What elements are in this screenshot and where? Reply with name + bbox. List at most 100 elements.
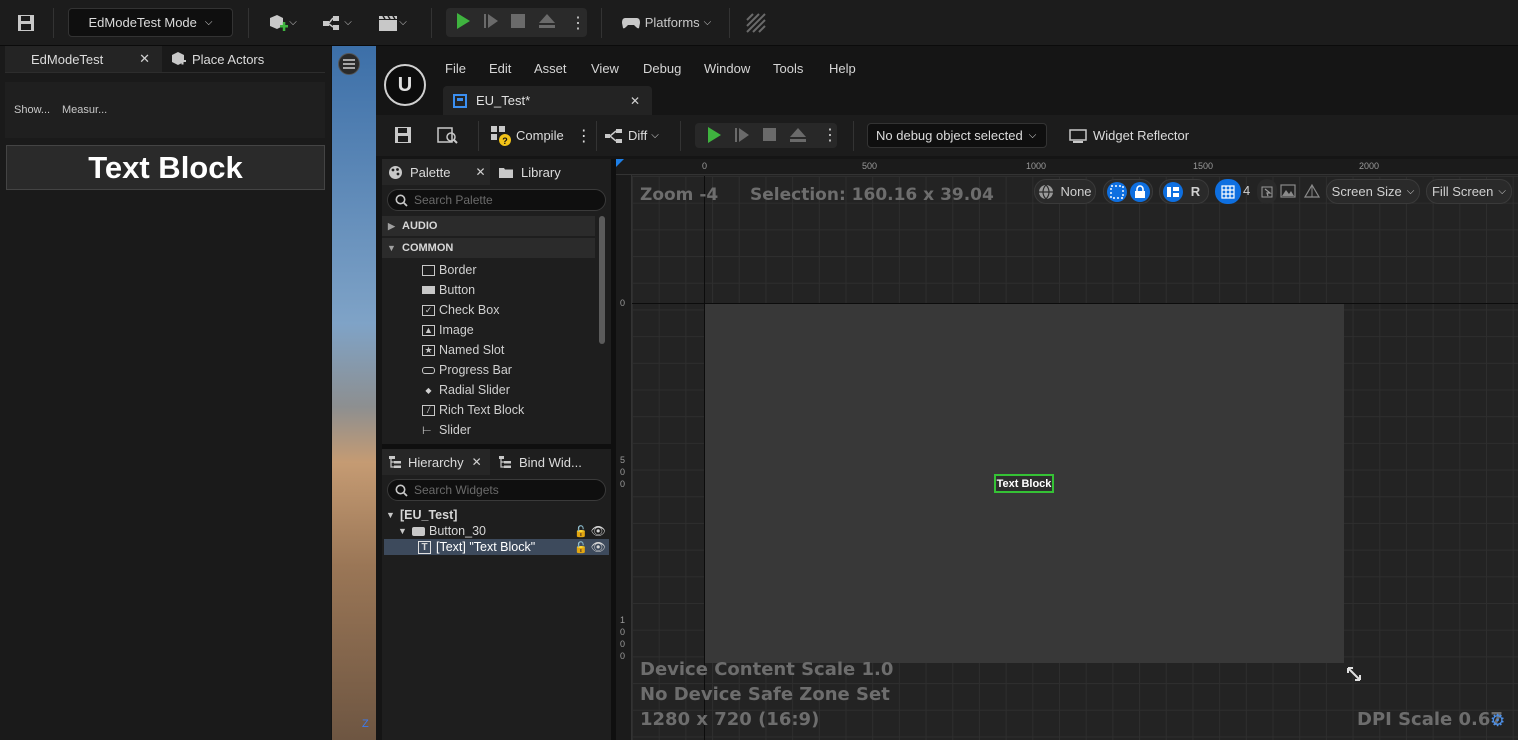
palette-item-image[interactable]: ▲ Image: [422, 320, 474, 340]
unlock-icon[interactable]: 🔓: [574, 525, 588, 538]
tab-label: EdModeTest: [31, 51, 104, 67]
viewport-menu-button[interactable]: [338, 53, 360, 75]
tab-label: Hierarchy: [408, 454, 464, 470]
r-toggle-button[interactable]: R: [1186, 184, 1206, 199]
palette-item-radial-slider[interactable]: ◆ Radial Slider: [422, 380, 509, 400]
more-options-icon[interactable]: ⋮: [576, 126, 592, 146]
play-button[interactable]: [705, 126, 723, 147]
grid-snap-button[interactable]: [1215, 179, 1241, 204]
menu-window[interactable]: Window: [704, 61, 750, 76]
browse-asset-button[interactable]: [437, 125, 459, 148]
close-icon[interactable]: ✕: [475, 165, 485, 179]
designer-canvas[interactable]: 0 500 1000 1500 2000 0 5 0 0 1 0 0 0 Zoo…: [616, 159, 1518, 740]
more-options-icon[interactable]: ⋮: [570, 13, 586, 33]
save-asset-button[interactable]: [394, 126, 412, 147]
tab-palette[interactable]: Palette ✕: [388, 159, 486, 185]
splitter-vertical[interactable]: [611, 159, 616, 740]
resize-handle-icon[interactable]: [1346, 666, 1362, 685]
layout-toggle-group: R: [1159, 179, 1209, 204]
show-tool-button[interactable]: Show...: [14, 104, 50, 116]
widget-reflector-button[interactable]: Widget Reflector: [1069, 123, 1189, 148]
more-options-icon[interactable]: ⋮: [822, 125, 838, 145]
screen-size-select[interactable]: Screen Size ⌵: [1326, 179, 1420, 204]
hierarchy-row-root[interactable]: ▼ [EU_Test]: [384, 507, 609, 523]
outline-toggle-button[interactable]: [1257, 179, 1277, 204]
tab-place-actors[interactable]: Place Actors: [162, 46, 327, 72]
advance-frame-button[interactable]: [733, 126, 751, 147]
category-common[interactable]: ▼ COMMON: [382, 238, 595, 258]
save-icon: [18, 14, 34, 31]
menu-view[interactable]: View: [591, 61, 619, 76]
close-icon[interactable]: ✕: [472, 455, 482, 469]
menu-help[interactable]: Help: [829, 61, 856, 76]
palette-search-input[interactable]: Search Palette: [387, 189, 606, 211]
lock-button[interactable]: [1129, 181, 1150, 202]
save-button[interactable]: [10, 8, 42, 37]
image-preview-icon[interactable]: [1280, 184, 1296, 201]
menu-tools[interactable]: Tools: [773, 61, 803, 76]
tab-hierarchy[interactable]: Hierarchy ✕: [388, 449, 482, 475]
localization-preview-button[interactable]: None: [1034, 179, 1096, 204]
text-block-widget-selected[interactable]: Text Block: [994, 474, 1054, 493]
add-content-button[interactable]: ⌵: [262, 8, 302, 37]
cinematics-button[interactable]: ⌵: [372, 8, 412, 37]
tab-library[interactable]: Library: [498, 159, 561, 185]
tab-edmodetest[interactable]: EdModeTest ✕: [5, 46, 162, 72]
grid-icon: [1221, 184, 1235, 199]
chevron-down-icon: ⌵: [289, 17, 297, 28]
palette-item-slider[interactable]: ⊢ Slider: [422, 420, 471, 440]
menu-debug[interactable]: Debug: [643, 61, 681, 76]
fill-screen-select[interactable]: Fill Screen ⌵: [1426, 179, 1512, 204]
palette-item-progress-bar[interactable]: Progress Bar: [422, 360, 512, 380]
menu-asset[interactable]: Asset: [534, 61, 567, 76]
eye-icon[interactable]: 👁: [591, 540, 606, 554]
tab-bind-widgets[interactable]: Bind Wid...: [498, 449, 582, 475]
platforms-button[interactable]: Platforms ⌵: [618, 8, 714, 37]
palette-item-border[interactable]: Border: [422, 260, 477, 280]
stop-button[interactable]: [762, 127, 777, 145]
marquee-select-button[interactable]: [1106, 181, 1127, 202]
compile-button[interactable]: ? Compile ⋮: [490, 123, 592, 148]
folder-icon: [499, 167, 513, 178]
measure-tool-button[interactable]: Measur...: [62, 104, 107, 116]
menu-edit[interactable]: Edit: [489, 61, 511, 76]
dpi-settings-gear-icon[interactable]: ⚙: [1490, 711, 1505, 731]
eject-button[interactable]: [789, 127, 807, 146]
debug-object-select[interactable]: No debug object selected ⌵: [867, 123, 1047, 148]
respect-locks-button[interactable]: [1162, 181, 1183, 202]
menu-file[interactable]: File: [445, 61, 466, 76]
mode-select[interactable]: EdModeTest Mode ⌵: [68, 8, 233, 37]
hierarchy-row-text-selected[interactable]: T [Text] "Text Block" 🔓 👁: [384, 539, 609, 555]
hierarchy-search-input[interactable]: Search Widgets: [387, 479, 606, 501]
document-tab-eu-test[interactable]: EU_Test* ✕: [443, 86, 652, 115]
image-icon: ▲: [422, 324, 435, 336]
palette-item-button[interactable]: Button: [422, 280, 475, 300]
chevron-down-icon: ⌵: [1498, 186, 1506, 197]
palette-scrollbar[interactable]: [599, 216, 605, 344]
resolution-label: 1280 x 720 (16:9): [640, 709, 820, 730]
grid-snap-value[interactable]: 4: [1243, 183, 1250, 198]
settings-hatch-icon[interactable]: [745, 8, 767, 37]
hierarchy-row-button[interactable]: ▼ Button_30 🔓 👁: [384, 523, 609, 539]
play-button[interactable]: [454, 12, 472, 33]
close-icon[interactable]: ✕: [630, 94, 640, 108]
gradient-triangle-icon[interactable]: [1303, 183, 1321, 201]
splitter-horizontal[interactable]: [382, 444, 611, 449]
palette-item-rich-text-block[interactable]: / Rich Text Block: [422, 400, 524, 420]
diff-button[interactable]: Diff ⌵: [604, 123, 659, 148]
palette-item-check-box[interactable]: ✓ Check Box: [422, 300, 499, 320]
eye-icon[interactable]: 👁: [591, 524, 606, 538]
chevron-down-icon: ▼: [398, 526, 407, 536]
eject-button[interactable]: [538, 13, 556, 32]
stop-button[interactable]: [510, 13, 526, 32]
level-viewport[interactable]: Z: [332, 46, 376, 740]
stop-icon: [511, 14, 525, 28]
z-axis-icon: Z: [362, 718, 369, 730]
unlock-icon[interactable]: 🔓: [574, 541, 588, 554]
advance-frame-button[interactable]: [482, 12, 500, 33]
tab-label: Library: [521, 164, 561, 180]
palette-item-named-slot[interactable]: ★ Named Slot: [422, 340, 504, 360]
category-audio[interactable]: ▶ AUDIO: [382, 216, 595, 236]
blueprint-button[interactable]: ⌵: [317, 8, 357, 37]
close-icon[interactable]: ✕: [139, 51, 150, 67]
